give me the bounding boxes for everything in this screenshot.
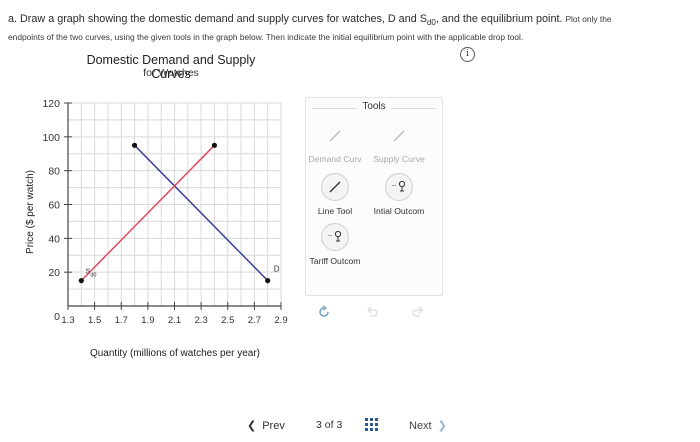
tool-demand-curve[interactable]: Demand Curv xyxy=(302,123,368,164)
svg-text:--: -- xyxy=(392,182,396,189)
y-tick-label: 40 xyxy=(48,233,60,245)
x-tick-label: 1.7 xyxy=(115,315,128,326)
y-axis-label: Price ($ per watch) xyxy=(25,170,36,254)
prev-button[interactable]: ❮ Prev xyxy=(247,419,285,432)
x-tick-label: 2.1 xyxy=(168,315,181,326)
tool-line[interactable]: Line Tool xyxy=(302,173,368,216)
x-tick-label: 2.5 xyxy=(221,315,234,326)
curve-endpoint xyxy=(131,142,138,148)
redo-icon[interactable] xyxy=(411,305,425,322)
drop-point-icon: -- xyxy=(385,173,413,201)
undo-icon[interactable] xyxy=(365,305,379,322)
x-tick-label: 1.5 xyxy=(88,315,101,326)
y-tick-label: 20 xyxy=(48,267,60,279)
grid-menu-icon[interactable] xyxy=(365,418,378,431)
svg-text:--: -- xyxy=(328,232,332,239)
tool-supply-curve[interactable]: Supply Curve xyxy=(366,123,432,164)
tools-panel: Tools Demand Curv Supply Curve Line Tool… xyxy=(305,97,443,296)
drop-point-icon: -- xyxy=(321,223,349,251)
x-tick-label: 2.3 xyxy=(195,315,208,326)
line-icon xyxy=(386,123,412,149)
y-tick-label: 80 xyxy=(48,166,60,178)
tools-title: Tools xyxy=(306,101,442,112)
supply-curve-label-sub: d0 xyxy=(90,273,96,279)
graph-actions xyxy=(313,305,443,325)
x-tick-label: 2.7 xyxy=(248,315,261,326)
tool-label: Tariff Outcom xyxy=(309,256,361,266)
line-icon xyxy=(321,173,349,201)
x-tick-label: 1.9 xyxy=(141,315,154,326)
chevron-left-icon: ❮ xyxy=(247,420,257,432)
chevron-right-icon: ❯ xyxy=(437,420,447,432)
curve-endpoint xyxy=(211,142,218,148)
tool-label: Demand Curv xyxy=(308,154,362,164)
tool-label: Supply Curve xyxy=(373,154,425,164)
curve-endpoint xyxy=(265,278,271,284)
tool-label: Intial Outcom xyxy=(373,206,425,216)
page-indicator: 3 of 3 xyxy=(316,419,343,431)
demand-curve-label: D xyxy=(274,265,280,274)
tool-initial-outcome[interactable]: -- Intial Outcom xyxy=(366,173,432,216)
y-tick-label: 100 xyxy=(42,132,60,144)
x-tick-label: 2.9 xyxy=(274,315,287,326)
tool-label: Line Tool xyxy=(317,206,353,216)
x-axis-label: Quantity (millions of watches per year) xyxy=(90,348,260,359)
y-tick-label: 0 xyxy=(54,311,60,323)
tool-tariff-outcome[interactable]: -- Tariff Outcom xyxy=(302,223,368,266)
line-icon xyxy=(322,123,348,149)
y-tick-label: 60 xyxy=(48,200,60,212)
curve-endpoint xyxy=(78,278,84,284)
y-tick-label: 120 xyxy=(42,98,60,110)
reset-icon[interactable] xyxy=(317,305,331,322)
next-button[interactable]: Next ❯ xyxy=(409,419,447,432)
x-tick-label: 1.3 xyxy=(61,315,74,326)
